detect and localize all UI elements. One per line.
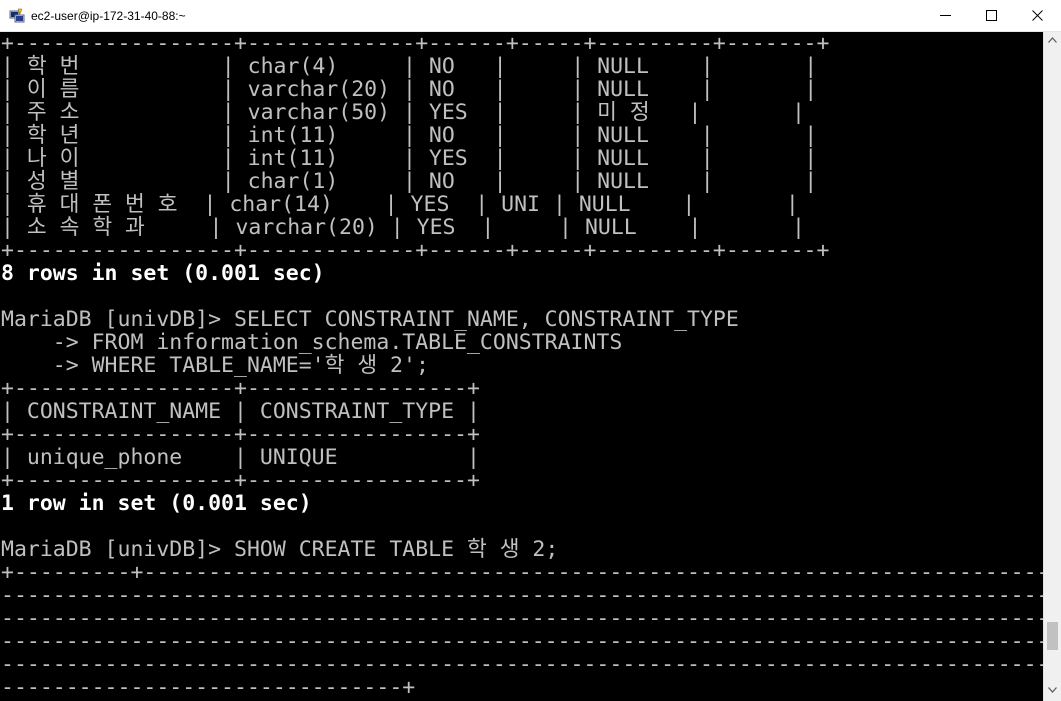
scroll-down-arrow-icon[interactable] <box>1048 687 1057 693</box>
terminal-line: | 학 번 | char(4) | NO | | NULL | | <box>1 54 818 79</box>
title-bar[interactable]: ec2-user@ip-172-31-40-88:~ <box>0 0 1061 32</box>
terminal-line: +-----------------+-----------------+ <box>1 422 480 447</box>
terminal-line: +---------+-----------------------------… <box>1 560 1043 585</box>
close-icon <box>1031 10 1043 21</box>
terminal-screen[interactable]: +-----------------+-------------+------+… <box>0 32 1043 701</box>
minimize-button[interactable] <box>922 0 968 31</box>
terminal-line: | 나 이 | int(11) | YES | | NULL | | <box>1 146 818 171</box>
terminal-line: +-----------------+-----------------+ <box>1 376 480 401</box>
scroll-up-arrow-icon[interactable] <box>1048 37 1057 43</box>
terminal-line: -> FROM information_schema.TABLE_CONSTRA… <box>1 330 623 355</box>
terminal-line: MariaDB [univDB]> SHOW CREATE TABLE 학 생 … <box>1 537 559 562</box>
terminal-output: +-----------------+-------------+------+… <box>1 32 1043 699</box>
window-title: ec2-user@ip-172-31-40-88:~ <box>31 8 186 23</box>
terminal-line: | 소 속 학 과 | varchar(20) | YES | | NULL |… <box>1 215 805 240</box>
maximize-button[interactable] <box>968 0 1014 31</box>
maximize-icon <box>985 10 997 21</box>
minimize-icon <box>939 15 951 16</box>
terminal-line: | 휴 대 폰 번 호 | char(14) | YES | UNI | NUL… <box>1 192 799 217</box>
terminal-line: +-----------------+-------------+------+… <box>1 238 830 263</box>
terminal-line: ----------------------------------------… <box>1 652 1043 677</box>
terminal-line: | 주 소 | varchar(50) | YES | | 미 정 | | <box>1 100 805 125</box>
terminal-line: -------------------------------+ <box>1 675 416 700</box>
terminal-line: +-----------------+-------------+------+… <box>1 32 830 56</box>
terminal-line: ----------------------------------------… <box>1 629 1043 654</box>
terminal-line: -> WHERE TABLE_NAME='학 생 2'; <box>1 353 429 378</box>
putty-terminal-icon <box>9 8 25 22</box>
terminal-line: | 성 별 | char(1) | NO | | NULL | | <box>1 169 818 194</box>
terminal-line: | unique_phone | UNIQUE | <box>1 445 480 470</box>
terminal-line: | 이 름 | varchar(20) | NO | | NULL | | <box>1 77 818 102</box>
terminal-line: | CONSTRAINT_NAME | CONSTRAINT_TYPE | <box>1 399 480 424</box>
terminal-line: | 학 년 | int(11) | NO | | NULL | | <box>1 123 818 148</box>
terminal-line: ----------------------------------------… <box>1 606 1043 631</box>
terminal-line: +-----------------+-----------------+ <box>1 468 480 493</box>
terminal-line: 8 rows in set (0.001 sec) <box>1 261 325 286</box>
vertical-scrollbar[interactable] <box>1043 32 1061 701</box>
terminal-line: MariaDB [univDB]> SELECT CONSTRAINT_NAME… <box>1 307 739 332</box>
terminal-line: 1 row in set (0.001 sec) <box>1 491 312 516</box>
scrollbar-thumb[interactable] <box>1047 622 1058 650</box>
close-button[interactable] <box>1014 0 1060 31</box>
terminal-line: ----------------------------------------… <box>1 583 1043 608</box>
